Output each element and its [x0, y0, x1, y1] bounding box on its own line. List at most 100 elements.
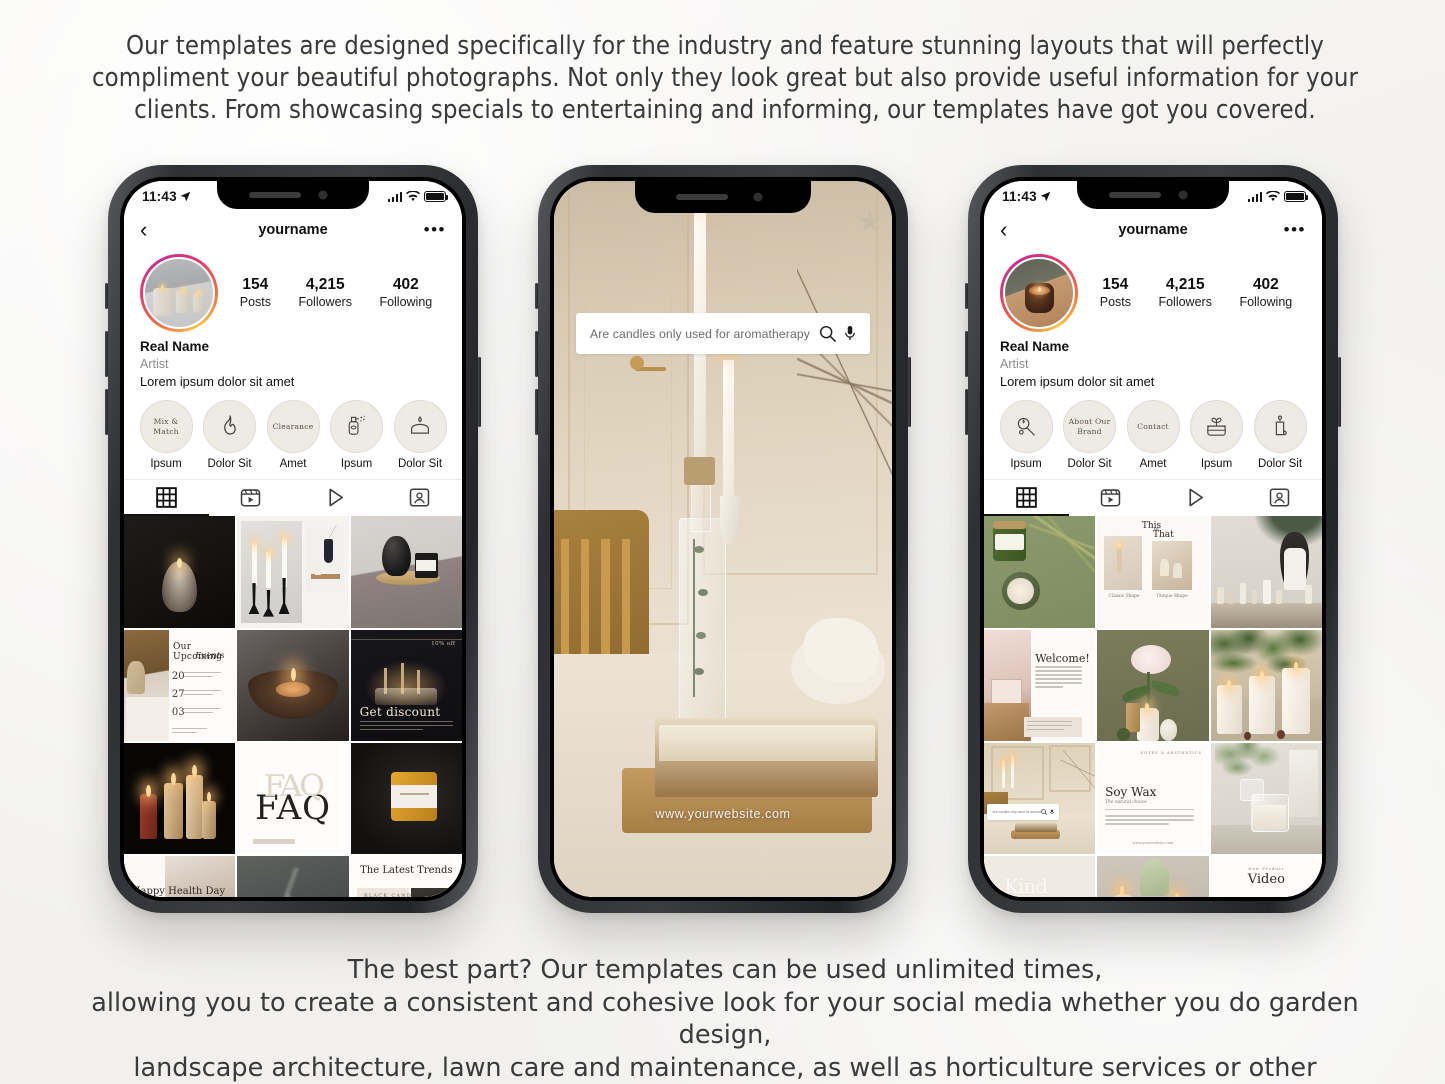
stat-value: 4,215: [305, 276, 345, 294]
volume-down-button[interactable]: [535, 389, 538, 435]
poster-canvas: Our templates are designed specifically …: [0, 0, 1445, 1084]
post-1[interactable]: [984, 516, 1096, 628]
post-11[interactable]: [237, 856, 349, 897]
highlight-5[interactable]: Dolor Sit: [1252, 400, 1308, 470]
story-website-url: www.yourwebsite.com: [655, 807, 791, 821]
post-8[interactable]: NOTES & AESTHETICS Soy Wax The natural c…: [1097, 743, 1209, 855]
post-2[interactable]: [237, 516, 349, 628]
stat-label: Following: [379, 294, 433, 309]
highlight-label: Amet: [279, 458, 307, 471]
highlight-3[interactable]: Clearance Amet: [265, 400, 321, 470]
tab-video[interactable]: [293, 480, 378, 516]
status-time: 11:43: [1002, 189, 1037, 204]
tab-grid[interactable]: [984, 480, 1069, 517]
post-1[interactable]: [124, 516, 236, 628]
post-6[interactable]: 10% off Get discount: [350, 629, 462, 742]
profile-header: 154 Posts 4,215 Followers 402 Following: [984, 248, 1322, 332]
cellular-bars-icon: [387, 191, 402, 202]
post-8[interactable]: FAQ FAQ: [237, 743, 349, 855]
highlight-cover: [999, 400, 1053, 454]
stat-followers[interactable]: 4,215 Followers: [298, 276, 352, 310]
volume-down-button[interactable]: [965, 389, 968, 435]
stat-following[interactable]: 402 Following: [379, 276, 432, 310]
post-body-lines: [183, 707, 221, 716]
post-4[interactable]: Welcome!: [984, 629, 1096, 742]
highlight-2[interactable]: About Our Brand Dolor Sit: [1062, 400, 1118, 470]
tab-tagged[interactable]: [378, 480, 463, 516]
highlight-4[interactable]: Ipsum: [1189, 400, 1245, 470]
post-2[interactable]: This or That Classic Shape Unique Shape: [1097, 516, 1209, 628]
phone-mockup-middle: Are candles only used for aromatherapy w…: [535, 165, 911, 913]
chevron-left-icon[interactable]: ‹: [1000, 219, 1007, 241]
tab-grid[interactable]: [124, 480, 209, 517]
post-9[interactable]: [1210, 743, 1322, 855]
tab-reels[interactable]: [209, 480, 294, 516]
stat-posts[interactable]: 154 Posts: [1100, 276, 1131, 310]
power-button[interactable]: [1338, 357, 1341, 427]
microphone-icon[interactable]: [844, 325, 856, 342]
bottom-paragraph-line-1: The best part? Our templates can be used…: [347, 955, 1103, 985]
tagged-icon: [1270, 488, 1290, 507]
magnifier-icon[interactable]: [819, 325, 836, 342]
tab-tagged[interactable]: [1238, 480, 1323, 516]
highlight-2[interactable]: Dolor Sit: [202, 400, 258, 470]
cellular-bars-icon: [1247, 191, 1262, 202]
chevron-left-icon[interactable]: ‹: [140, 219, 147, 241]
post-10[interactable]: Happy Health Day April 7: [124, 856, 236, 897]
ellipsis-icon[interactable]: •••: [1284, 221, 1306, 238]
front-camera: [753, 192, 763, 202]
post-12[interactable]: The Latest Trends BLACK CANDLES: [350, 856, 462, 897]
post-7[interactable]: Are candles only used for aromatherapy: [984, 743, 1096, 855]
highlight-1[interactable]: Mix & Match Ipsum: [138, 400, 194, 470]
stat-following[interactable]: 402 Following: [1239, 276, 1292, 310]
highlight-4[interactable]: Ipsum: [329, 400, 385, 470]
highlight-5[interactable]: Dolor Sit: [392, 400, 448, 470]
tab-video[interactable]: [1153, 480, 1238, 516]
ellipsis-icon[interactable]: •••: [424, 221, 446, 238]
profile-username: yourname: [1118, 222, 1188, 238]
post-4[interactable]: Our Upcoming Events 20 27 03: [124, 629, 236, 742]
highlight-3[interactable]: Contact Amet: [1125, 400, 1181, 470]
post-10[interactable]: Kind Words: [984, 856, 1096, 897]
avatar[interactable]: [1000, 254, 1078, 332]
highlight-cover-text: About Our Brand: [1068, 417, 1111, 436]
post-7[interactable]: [124, 743, 236, 855]
post-5[interactable]: [237, 629, 349, 742]
highlight-cover: [203, 400, 256, 454]
stat-followers[interactable]: 4,215 Followers: [1158, 276, 1212, 310]
stat-value: 154: [242, 276, 269, 294]
volume-down-button[interactable]: [105, 389, 108, 435]
story-search-bar[interactable]: Are candles only used for aromatherapy: [576, 313, 870, 354]
mute-switch[interactable]: [105, 283, 108, 309]
highlight-label: Ipsum: [1200, 458, 1233, 471]
stat-posts[interactable]: 154 Posts: [240, 276, 271, 310]
tab-reels[interactable]: [1069, 480, 1154, 516]
post-9[interactable]: [350, 743, 462, 855]
phone-notch: [635, 181, 811, 213]
post-5[interactable]: [1097, 629, 1209, 742]
post-3[interactable]: [350, 516, 462, 628]
search-input[interactable]: Are candles only used for aromatherapy: [590, 327, 819, 341]
mute-switch[interactable]: [535, 283, 538, 309]
volume-up-button[interactable]: [535, 331, 538, 377]
highlight-label: Dolor Sit: [207, 458, 252, 471]
instagram-profile-left: 11:43 ‹ yourname ••• 154 Posts 4,215 Fol…: [124, 181, 462, 897]
post-12[interactable]: New Product Video: [1210, 856, 1322, 897]
highlight-label: Ipsum: [150, 458, 182, 471]
post-body-lines: [183, 672, 221, 680]
profile-header: 154 Posts 4,215 Followers 402 Following: [124, 248, 462, 332]
avatar[interactable]: [140, 254, 218, 332]
highlight-1[interactable]: Ipsum: [998, 400, 1054, 470]
profile-tab-bar-right: [984, 479, 1323, 517]
post-6[interactable]: [1210, 629, 1322, 742]
post-11[interactable]: [1097, 856, 1209, 897]
power-button[interactable]: [478, 357, 481, 427]
volume-up-button[interactable]: [965, 331, 968, 377]
mute-switch[interactable]: [965, 283, 968, 309]
status-indicators: [1247, 191, 1309, 202]
power-button[interactable]: [908, 357, 911, 427]
status-time-group: 11:43: [1002, 189, 1051, 204]
volume-up-button[interactable]: [105, 331, 108, 377]
grid-icon: [155, 487, 177, 509]
post-3[interactable]: [1210, 516, 1322, 628]
